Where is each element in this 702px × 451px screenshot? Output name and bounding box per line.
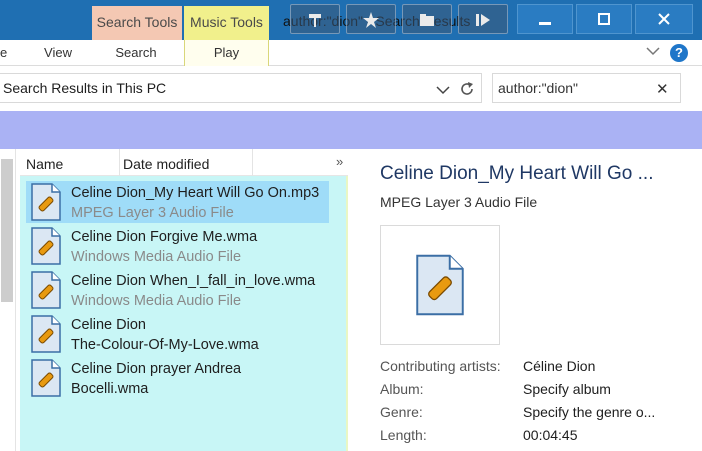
ribbon-tab-view[interactable]: View bbox=[32, 40, 84, 66]
property-label-genre: Genre: bbox=[380, 404, 423, 420]
property-value-album[interactable]: Specify album bbox=[523, 381, 611, 397]
quick-access-button-1[interactable] bbox=[290, 4, 340, 34]
navigation-pane-scrollbar[interactable] bbox=[0, 149, 16, 451]
file-name: Celine Dion When_I_fall_in_love.wma bbox=[71, 273, 316, 289]
property-label-album: Album: bbox=[380, 381, 424, 397]
property-label-artists: Contributing artists: bbox=[380, 358, 501, 374]
property-label-length: Length: bbox=[380, 427, 427, 443]
property-value-genre[interactable]: Specify the genre o... bbox=[523, 404, 655, 420]
folder-icon bbox=[420, 14, 434, 26]
file-type: Windows Media Audio File bbox=[71, 293, 242, 309]
address-row: Search Results in This PC ✕ bbox=[0, 66, 702, 111]
file-type: Windows Media Audio File bbox=[71, 249, 242, 265]
context-tab-music-tools[interactable]: Music Tools bbox=[184, 6, 269, 40]
scroll-thumb[interactable] bbox=[1, 159, 13, 302]
file-name: Celine Dion bbox=[71, 317, 146, 333]
property-value-artists[interactable]: Céline Dion bbox=[523, 358, 595, 374]
column-header-name[interactable]: Name bbox=[26, 149, 120, 176]
minimize-button[interactable] bbox=[517, 4, 573, 34]
refresh-icon[interactable] bbox=[458, 80, 476, 98]
quick-access-button-2[interactable] bbox=[346, 4, 396, 34]
list-item[interactable]: Celine Dion When_I_fall_in_love.wma Wind… bbox=[26, 269, 329, 311]
address-path: Search Results in This PC bbox=[3, 80, 167, 96]
details-title: Celine Dion_My Heart Will Go ... bbox=[380, 163, 654, 184]
media-file-icon bbox=[31, 315, 61, 353]
more-columns-icon[interactable]: » bbox=[336, 154, 343, 169]
list-item[interactable]: Celine Dion prayer Andrea Bocelli.wma bbox=[26, 357, 329, 399]
play-icon bbox=[476, 14, 490, 26]
media-file-icon bbox=[31, 359, 61, 397]
file-name: Celine Dion prayer Andrea bbox=[71, 361, 242, 377]
help-icon[interactable]: ? bbox=[670, 44, 688, 62]
file-list: Name Date modified » Celine Dion_My Hear… bbox=[20, 149, 348, 451]
media-file-icon bbox=[416, 254, 464, 316]
maximize-icon bbox=[598, 13, 610, 25]
pin-icon bbox=[309, 14, 321, 27]
star-icon bbox=[363, 12, 379, 28]
file-name: Celine Dion Forgive Me.wma bbox=[71, 229, 258, 245]
column-header-row: Name Date modified » bbox=[20, 149, 348, 176]
file-name: Celine Dion_My Heart Will Go On.mp3 bbox=[71, 185, 320, 201]
details-file-type: MPEG Layer 3 Audio File bbox=[380, 194, 538, 210]
quick-access-button-3[interactable] bbox=[402, 4, 452, 34]
file-name-continued: The-Colour-Of-My-Love.wma bbox=[71, 337, 259, 353]
ribbon-tab-play[interactable]: Play bbox=[184, 40, 269, 66]
ribbon-tab-partial[interactable]: e bbox=[0, 40, 12, 66]
ribbon-tabs: e View Search Play ? bbox=[0, 40, 702, 66]
list-item[interactable]: Celine Dion Forgive Me.wma Windows Media… bbox=[26, 225, 329, 267]
address-bar[interactable]: Search Results in This PC bbox=[0, 73, 482, 103]
maximize-button[interactable] bbox=[576, 4, 632, 34]
minimize-icon bbox=[539, 22, 551, 25]
title-bar: Search Tools Music Tools author:"dion" -… bbox=[0, 0, 702, 40]
file-type: MPEG Layer 3 Audio File bbox=[71, 205, 234, 221]
quick-access-button-4[interactable] bbox=[458, 4, 508, 34]
expand-ribbon-icon[interactable] bbox=[646, 46, 660, 56]
details-pane: Celine Dion_My Heart Will Go ... MPEG La… bbox=[350, 149, 702, 451]
property-value-length: 00:04:45 bbox=[523, 427, 578, 443]
media-file-icon bbox=[31, 183, 61, 221]
file-preview bbox=[380, 225, 500, 345]
close-window-button[interactable] bbox=[635, 4, 693, 34]
context-tab-search-tools[interactable]: Search Tools bbox=[92, 6, 182, 40]
chevron-down-icon[interactable] bbox=[436, 85, 450, 95]
media-file-icon bbox=[31, 227, 61, 265]
media-file-icon bbox=[31, 271, 61, 309]
column-header-date-modified[interactable]: Date modified bbox=[123, 149, 253, 176]
list-item[interactable]: Celine Dion_My Heart Will Go On.mp3 MPEG… bbox=[26, 181, 329, 223]
list-item[interactable]: Celine Dion The-Colour-Of-My-Love.wma bbox=[26, 313, 329, 355]
file-name-continued: Bocelli.wma bbox=[71, 381, 149, 397]
ribbon-tab-search[interactable]: Search bbox=[105, 40, 167, 66]
search-progress-bar bbox=[0, 111, 702, 149]
close-icon bbox=[658, 13, 670, 25]
search-input[interactable] bbox=[498, 78, 648, 98]
clear-search-icon[interactable]: ✕ bbox=[656, 80, 669, 98]
search-box[interactable]: ✕ bbox=[492, 73, 681, 103]
